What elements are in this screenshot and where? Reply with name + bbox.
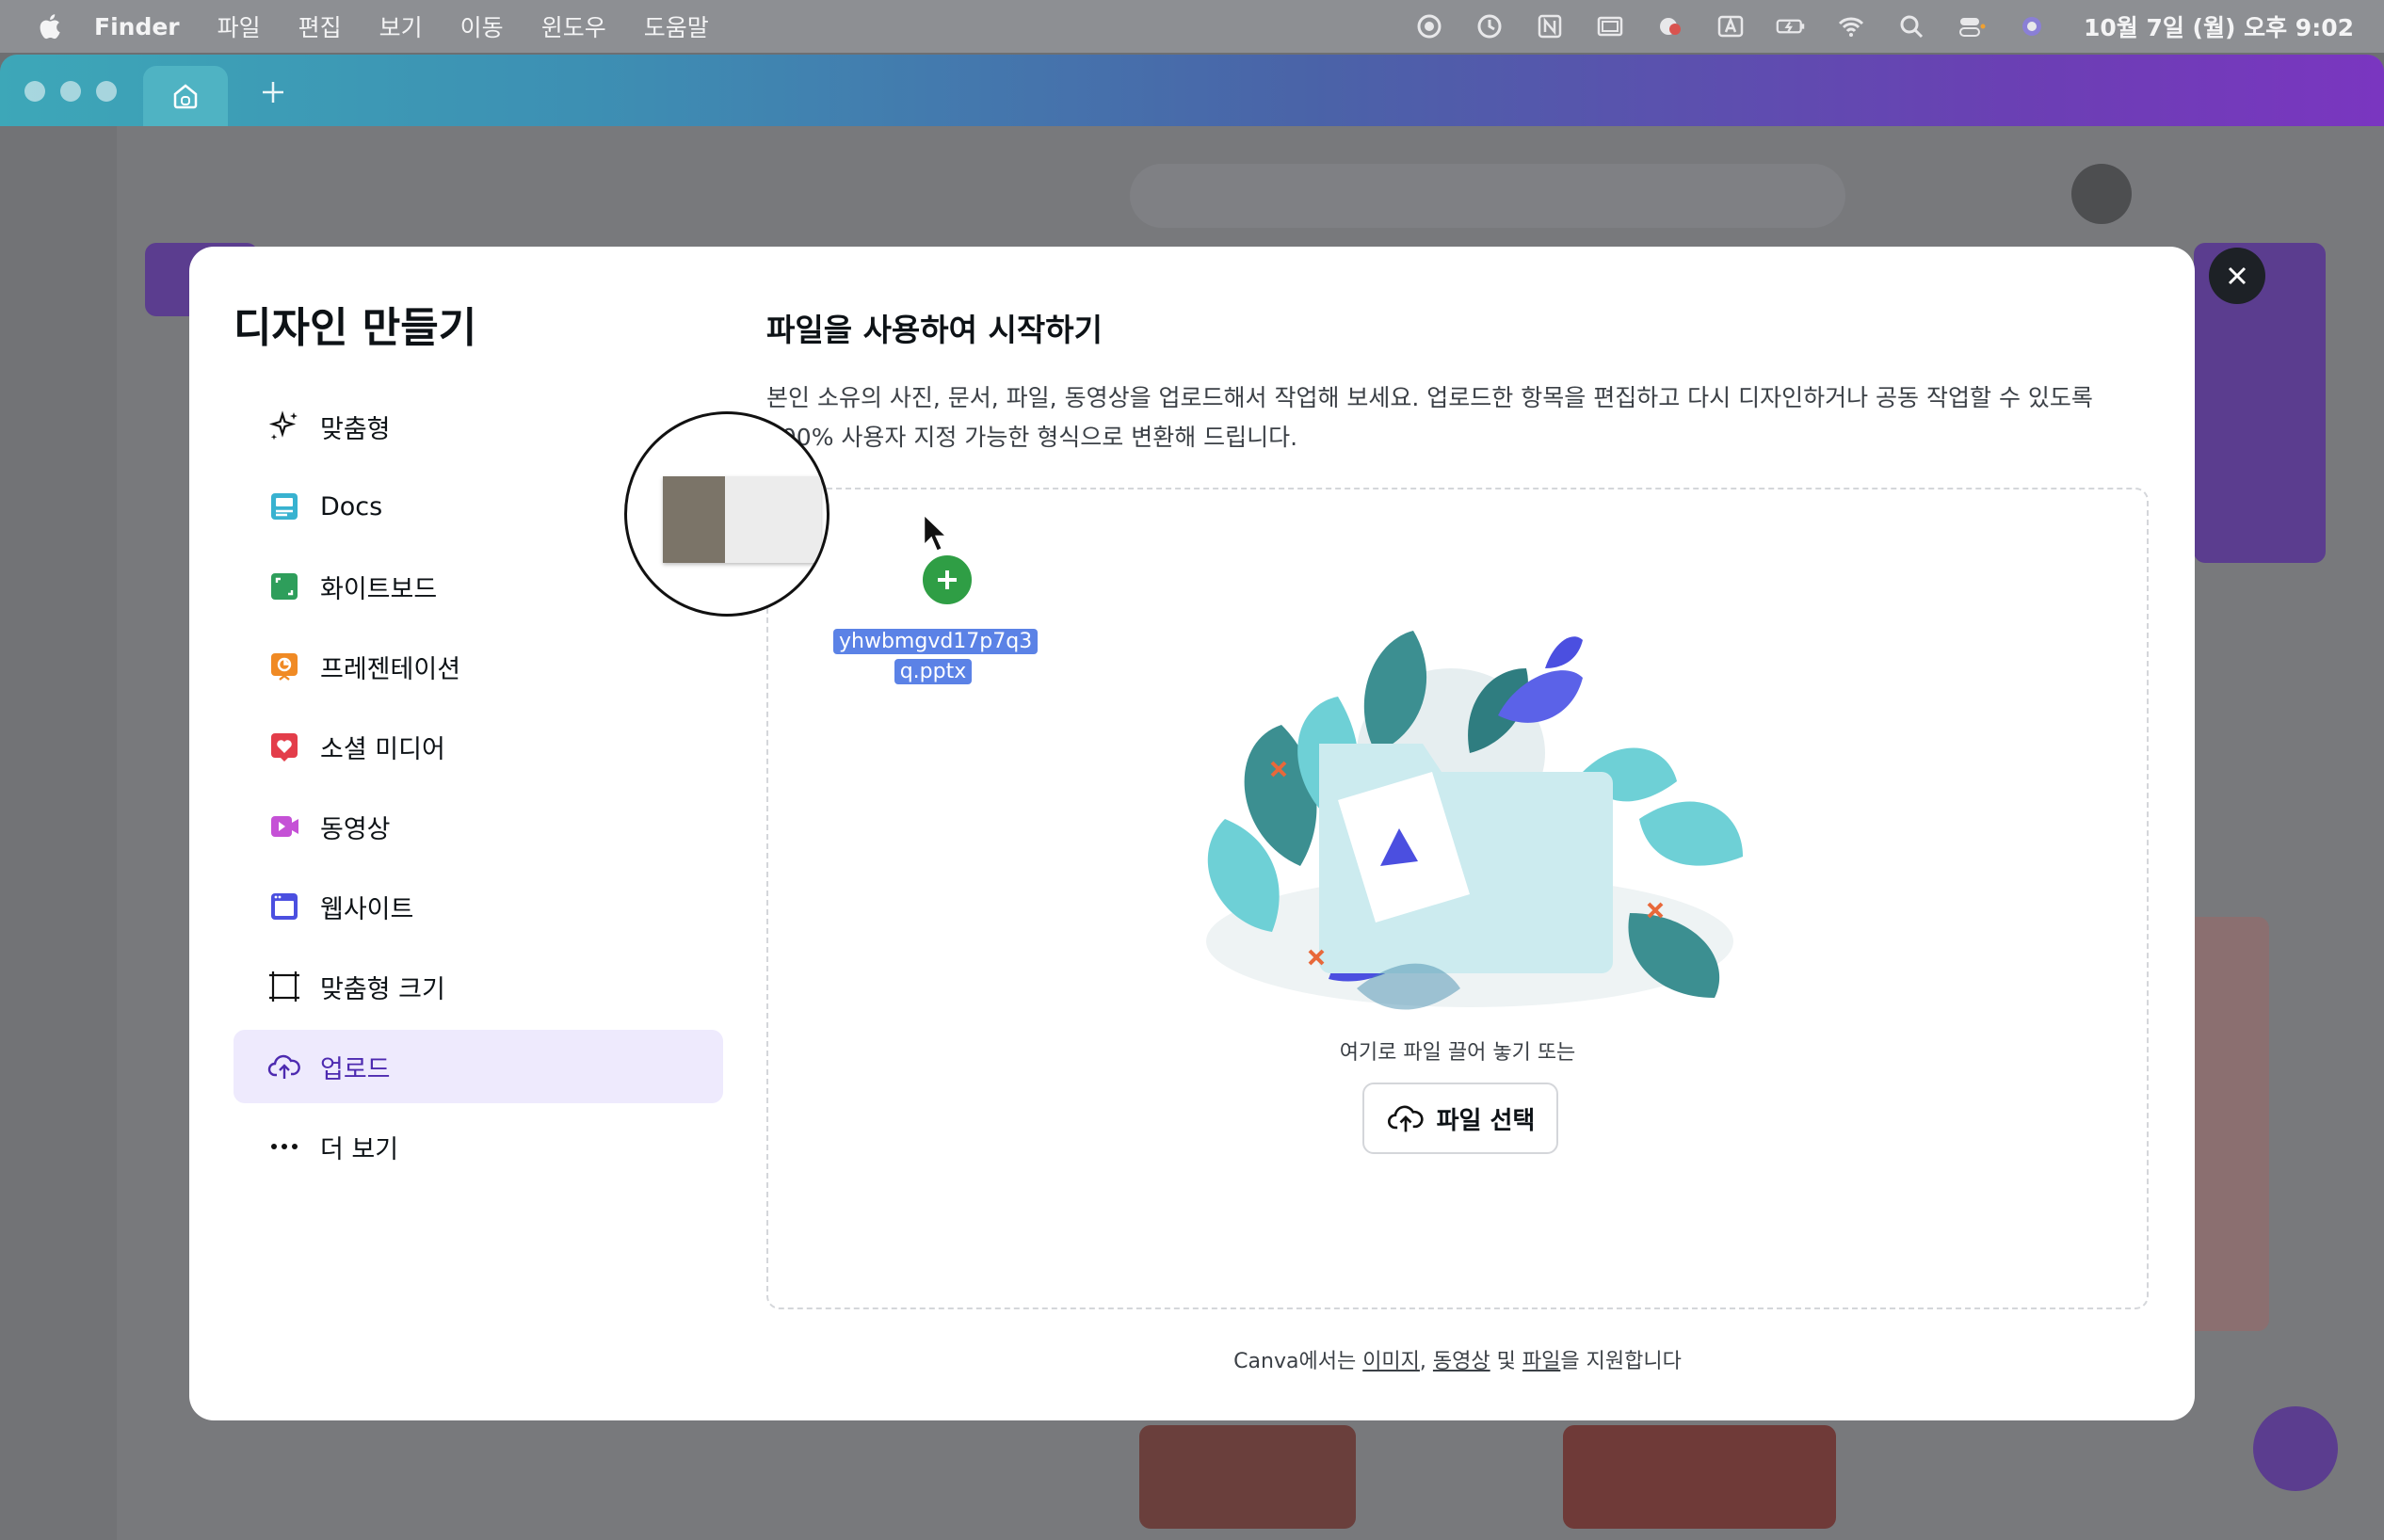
close-modal-button[interactable]	[2209, 248, 2265, 304]
supported-formats-note: Canva에서는 이미지, 동영상 및 파일을 지원합니다	[766, 1344, 2149, 1374]
upload-description: 본인 소유의 사진, 문서, 파일, 동영상을 업로드해서 작업해 보세요. 업…	[766, 384, 2093, 451]
upload-section-title: 파일을 사용하여 시작하기	[766, 312, 1103, 348]
menu-app-finder[interactable]: Finder	[94, 13, 180, 40]
nav-item-more[interactable]: 더 보기	[234, 1110, 723, 1183]
window-zoom-dot[interactable]	[96, 81, 117, 102]
nav-item-label: 소셜 미디어	[320, 734, 445, 764]
videos-link[interactable]: 동영상	[1433, 1350, 1490, 1373]
window-minimize-dot[interactable]	[60, 81, 81, 102]
display-icon[interactable]	[1594, 12, 1626, 40]
choose-file-label: 파일 선택	[1436, 1106, 1536, 1135]
more-dots-icon	[266, 1128, 303, 1165]
nav-item-upload[interactable]: 업로드	[234, 1030, 723, 1103]
menu-help[interactable]: 도움말	[644, 9, 709, 43]
screen-record-icon[interactable]	[1413, 12, 1445, 40]
menubar-clock[interactable]: 10월 7일 (월) 오후 9:02	[2084, 9, 2354, 43]
input-source-icon[interactable]	[1715, 12, 1747, 40]
dragged-file-name-line1: yhwbmgvd17p7q3	[833, 629, 1039, 654]
modal-title: 디자인 만들기	[234, 304, 477, 352]
macos-menubar: Finder 파일 편집 보기 이동 윈도우 도움말 10월 7일 (월) 오후…	[0, 0, 2384, 53]
window-close-dot[interactable]	[24, 81, 45, 102]
menubar-status-area: 10월 7일 (월) 오후 9:02	[1413, 0, 2354, 53]
nav-item-label: 맞춤형	[320, 414, 391, 444]
resize-icon	[266, 968, 303, 1005]
notion-icon[interactable]	[1534, 12, 1566, 40]
nav-item-label: 웹사이트	[320, 894, 414, 924]
nav-item-label: 업로드	[320, 1054, 391, 1084]
website-icon	[266, 888, 303, 925]
spotlight-search-icon[interactable]	[1895, 12, 1927, 40]
footer-suffix: 을 지원합니다	[1560, 1350, 1682, 1373]
dimmed-help-button	[2253, 1406, 2338, 1491]
chat-icon[interactable]	[1654, 12, 1686, 40]
images-link[interactable]: 이미지	[1362, 1350, 1420, 1373]
nav-item-label: 더 보기	[320, 1134, 399, 1164]
dimmed-thumbnail	[1139, 1425, 1356, 1529]
nav-item-label: 맞춤형 크기	[320, 974, 445, 1004]
plus-icon	[938, 570, 957, 589]
files-link[interactable]: 파일	[1522, 1350, 1560, 1373]
video-icon	[266, 808, 303, 845]
nav-item-label: Docs	[320, 491, 383, 521]
menu-file[interactable]: 파일	[217, 9, 261, 43]
sparkle-icon	[266, 408, 303, 445]
nav-item-video[interactable]: 동영상	[234, 790, 723, 863]
nav-item-website[interactable]: 웹사이트	[234, 870, 723, 943]
control-center-icon[interactable]	[1956, 12, 1988, 40]
whiteboard-icon	[266, 568, 303, 605]
close-icon	[2228, 266, 2247, 285]
window-titlebar	[0, 55, 2384, 126]
tab-home[interactable]	[143, 66, 228, 126]
pptx-thumbnail	[663, 476, 821, 563]
plus-icon	[263, 82, 283, 103]
menu-view[interactable]: 보기	[379, 9, 423, 43]
file-dropzone[interactable]: 여기로 파일 끌어 놓기 또는 파일 선택	[766, 488, 2149, 1309]
heart-icon	[266, 728, 303, 765]
dimmed-sidebar	[0, 126, 117, 1540]
footer-sep: ,	[1419, 1350, 1433, 1373]
drop-hint-text: 여기로 파일 끌어 놓기 또는	[1339, 1041, 1576, 1065]
wifi-icon[interactable]	[1835, 12, 1867, 40]
new-tab-button[interactable]	[254, 73, 292, 111]
footer-mid: 및	[1490, 1350, 1522, 1373]
sync-icon[interactable]	[1474, 12, 1506, 40]
battery-icon[interactable]	[1775, 12, 1807, 40]
dimmed-avatar	[2071, 164, 2132, 224]
siri-icon[interactable]	[2016, 12, 2048, 40]
cloud-upload-icon	[266, 1048, 303, 1085]
presentation-icon	[266, 648, 303, 685]
nav-item-label: 프레젠테이션	[320, 654, 461, 684]
dimmed-searchbar	[1130, 164, 1845, 228]
dragged-file-name-line2: q.pptx	[894, 659, 973, 684]
drag-add-badge	[920, 553, 975, 607]
nav-item-label: 화이트보드	[320, 574, 438, 604]
nav-item-social-media[interactable]: 소셜 미디어	[234, 710, 723, 783]
cloud-upload-icon	[1387, 1105, 1424, 1132]
dimmed-thumbnail	[1563, 1425, 1836, 1529]
apple-logo-icon[interactable]	[36, 12, 62, 40]
mouse-pointer-icon	[922, 512, 951, 553]
choose-file-button[interactable]: 파일 선택	[1362, 1083, 1558, 1154]
menu-go[interactable]: 이동	[460, 9, 504, 43]
create-design-modal: 디자인 만들기 맞춤형 Docs 화이트보드 프레젠테이션 소셜 미디어 동영상	[189, 247, 2195, 1420]
footer-prefix: Canva에서는	[1233, 1350, 1363, 1373]
nav-item-custom-size[interactable]: 맞춤형 크기	[234, 950, 723, 1023]
nav-item-presentation[interactable]: 프레젠테이션	[234, 630, 723, 703]
dragged-file-preview[interactable]	[624, 411, 830, 617]
dragged-file-name: yhwbmgvd17p7q3 q.pptx	[833, 627, 1039, 687]
docs-icon	[266, 488, 303, 525]
folder-illustration	[1206, 631, 1743, 1010]
menu-edit[interactable]: 편집	[298, 9, 342, 43]
thumbnail-photo	[663, 476, 725, 563]
nav-item-label: 동영상	[320, 814, 391, 844]
menu-window[interactable]: 윈도우	[541, 9, 606, 43]
home-icon	[173, 84, 198, 109]
